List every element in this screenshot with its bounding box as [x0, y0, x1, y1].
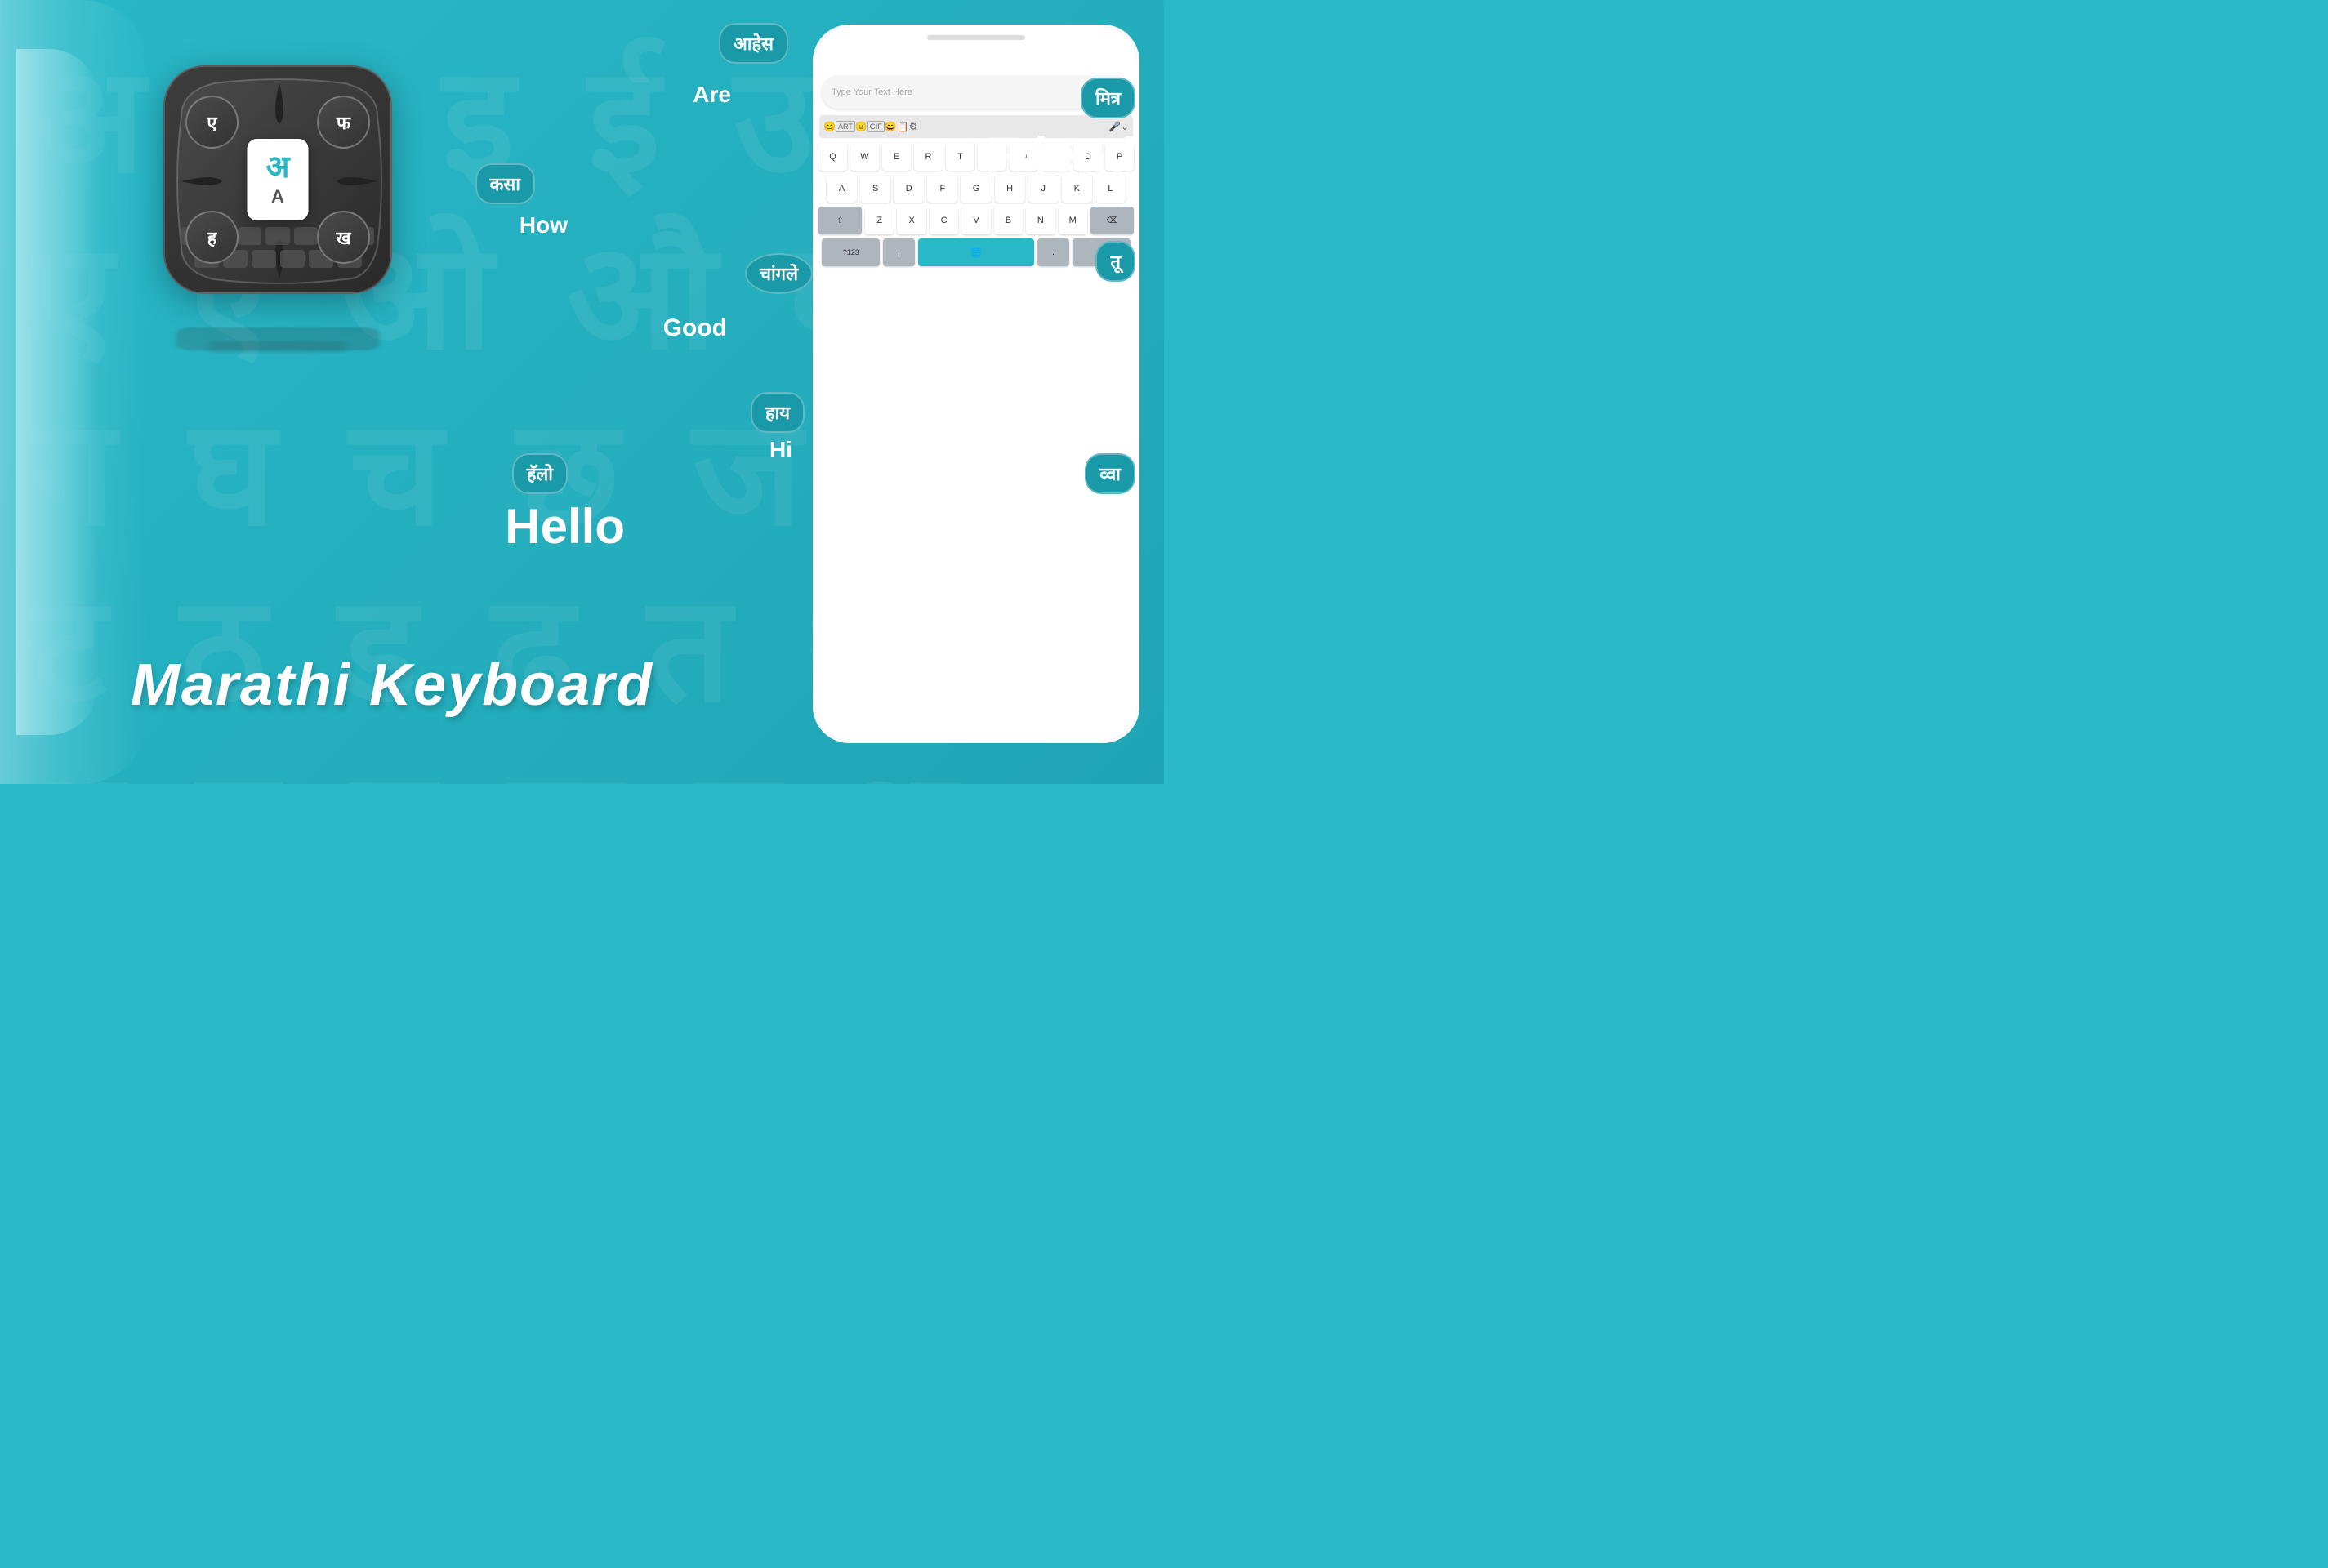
key-f[interactable]: F: [927, 175, 957, 203]
key-b[interactable]: B: [994, 207, 1023, 234]
key-x[interactable]: X: [897, 207, 925, 234]
key-v[interactable]: V: [961, 207, 990, 234]
key-z[interactable]: Z: [865, 207, 894, 234]
center-devanagari: अ: [265, 152, 289, 183]
app-icon-area: ए फ ह ख अ A: [163, 65, 408, 310]
app-title: Marathi Keyboard: [131, 652, 653, 719]
corner-top-left: ए: [185, 96, 239, 149]
key-r[interactable]: R: [914, 143, 943, 171]
key-a[interactable]: A: [827, 175, 857, 203]
key-delete[interactable]: ⌫: [1090, 207, 1134, 234]
bubble-tu: तू: [1095, 241, 1135, 282]
corner-top-right: फ: [317, 96, 370, 149]
key-period[interactable]: .: [1037, 238, 1068, 266]
bubble-hello-mr: हॅलो: [512, 453, 568, 494]
input-placeholder: Type Your Text Here: [832, 87, 1104, 97]
key-t[interactable]: T: [946, 143, 974, 171]
key-shift[interactable]: ⇧: [818, 207, 862, 234]
key-m[interactable]: M: [1059, 207, 1087, 234]
bubble-mitra: मित्र: [1081, 78, 1135, 118]
key-s[interactable]: S: [860, 175, 890, 203]
translation-hello: Hello: [505, 498, 625, 555]
key-q[interactable]: Q: [818, 143, 847, 171]
translation-friend: Friend: [986, 127, 1135, 183]
bubble-kasa: कसा: [475, 163, 535, 204]
translation-are: Are: [693, 82, 731, 108]
corner-bottom-right: ख: [317, 211, 370, 264]
icon-reflection-2: [208, 341, 347, 354]
key-c[interactable]: C: [930, 207, 958, 234]
translation-how: How: [520, 212, 568, 238]
center-card: अ A: [248, 139, 309, 220]
key-e[interactable]: E: [882, 143, 911, 171]
translation-good: Good: [663, 314, 727, 342]
bubble-ahes: आहेस: [719, 23, 788, 64]
key-comma[interactable]: ,: [883, 238, 914, 266]
translation-hi: Hi: [769, 437, 792, 463]
bubble-changale: चांगले: [745, 253, 813, 294]
key-123[interactable]: ?123: [822, 238, 880, 266]
bubble-wow-mr: व्वा: [1085, 453, 1135, 494]
key-w[interactable]: W: [850, 143, 879, 171]
key-n[interactable]: N: [1026, 207, 1055, 234]
center-latin: A: [271, 186, 284, 207]
app-icon: ए फ ह ख अ A: [163, 65, 392, 294]
translation-you: You: [1083, 294, 1127, 322]
key-row-4: ?123 , 🌐 . ↵: [818, 238, 1134, 266]
bg-wave-inner: [16, 49, 98, 735]
bubble-hay: हाय: [751, 392, 805, 433]
key-row-3: ⇧ Z X C V B N M ⌫: [818, 207, 1134, 234]
key-globe[interactable]: 🌐: [918, 238, 1035, 266]
corner-bottom-left: ह: [185, 211, 239, 264]
phone-notch: [927, 35, 1025, 40]
translation-wow: wow: [1031, 505, 1123, 554]
key-d[interactable]: D: [894, 175, 924, 203]
